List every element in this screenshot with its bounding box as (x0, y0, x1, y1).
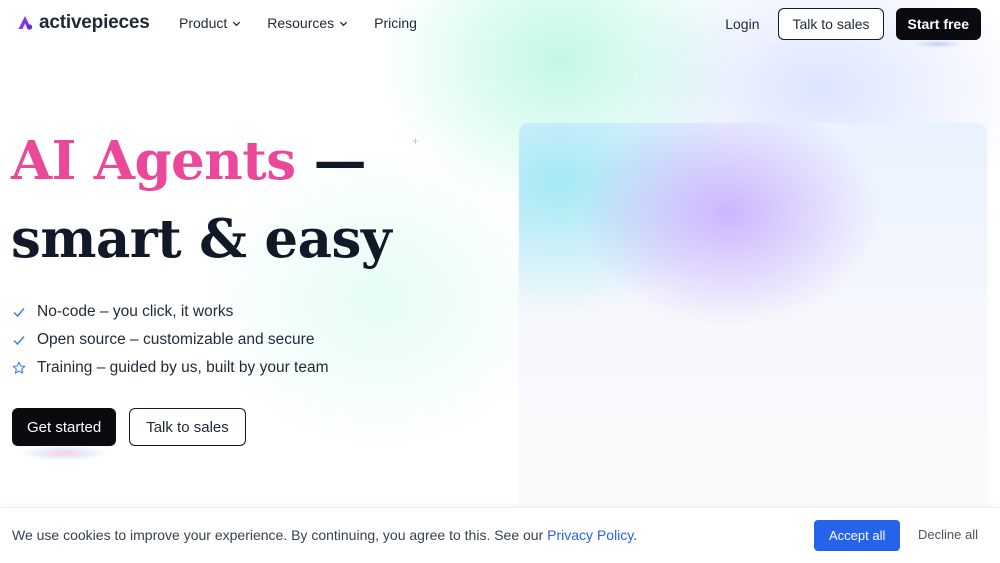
star-icon (12, 361, 26, 374)
feature-text: Open source – customizable and secure (37, 331, 315, 348)
cookie-text: We use cookies to improve your experienc… (12, 527, 548, 543)
check-icon (13, 336, 25, 346)
accept-all-button[interactable]: Accept all (814, 520, 901, 551)
brand-logo[interactable]: activepieces (17, 12, 150, 34)
cookie-suffix: . (633, 527, 638, 543)
cookie-banner: We use cookies to improve your experienc… (0, 507, 1000, 563)
hero-title-line2: smart & easy (11, 208, 392, 270)
start-free-button[interactable]: Start free (895, 8, 981, 48)
feature-list: No-code – you click, it works Open sourc… (12, 298, 329, 382)
hero-talk-to-sales-button[interactable]: Talk to sales (129, 408, 246, 446)
nav-item-label: Resources (267, 15, 335, 31)
feature-text: No-code – you click, it works (37, 303, 234, 320)
talk-to-sales-button[interactable]: Talk to sales (778, 8, 884, 40)
cookie-message: We use cookies to improve your experienc… (12, 527, 637, 543)
nav-item-product[interactable]: Product (179, 15, 241, 31)
activepieces-logo-icon (18, 16, 33, 30)
check-icon (13, 308, 25, 318)
nav-links: Product Resources Pricing (179, 15, 417, 31)
hero-title: AI Agents — smart & easy (11, 122, 392, 278)
nav-item-label: Product (179, 15, 228, 31)
top-navigation: activepieces Product Resources Pricing L… (0, 0, 1000, 48)
nav-actions: Login Talk to sales Start free (725, 8, 981, 48)
login-link[interactable]: Login (725, 16, 759, 32)
hero-title-dash: — (295, 130, 367, 192)
sparkle-icon: + (412, 134, 420, 148)
feature-item: Open source – customizable and secure (12, 326, 329, 354)
brand-name: activepieces (39, 12, 150, 33)
feature-item: Training – guided by us, built by your t… (12, 354, 329, 382)
nav-item-resources[interactable]: Resources (267, 15, 348, 31)
privacy-policy-link[interactable]: Privacy Policy (547, 527, 633, 543)
chevron-down-icon (233, 21, 241, 26)
feature-text: Training – guided by us, built by your t… (37, 359, 329, 376)
hero-media-card (519, 123, 987, 523)
decline-all-button[interactable]: Decline all (918, 527, 978, 542)
hero-title-accent: AI Agents (11, 130, 296, 192)
get-started-button[interactable]: Get started (12, 408, 117, 460)
feature-item: No-code – you click, it works (12, 298, 329, 326)
chevron-down-icon (340, 21, 348, 26)
nav-item-label: Pricing (374, 15, 417, 31)
nav-item-pricing[interactable]: Pricing (374, 15, 417, 31)
hero-cta-group: Get started Talk to sales (12, 408, 246, 460)
